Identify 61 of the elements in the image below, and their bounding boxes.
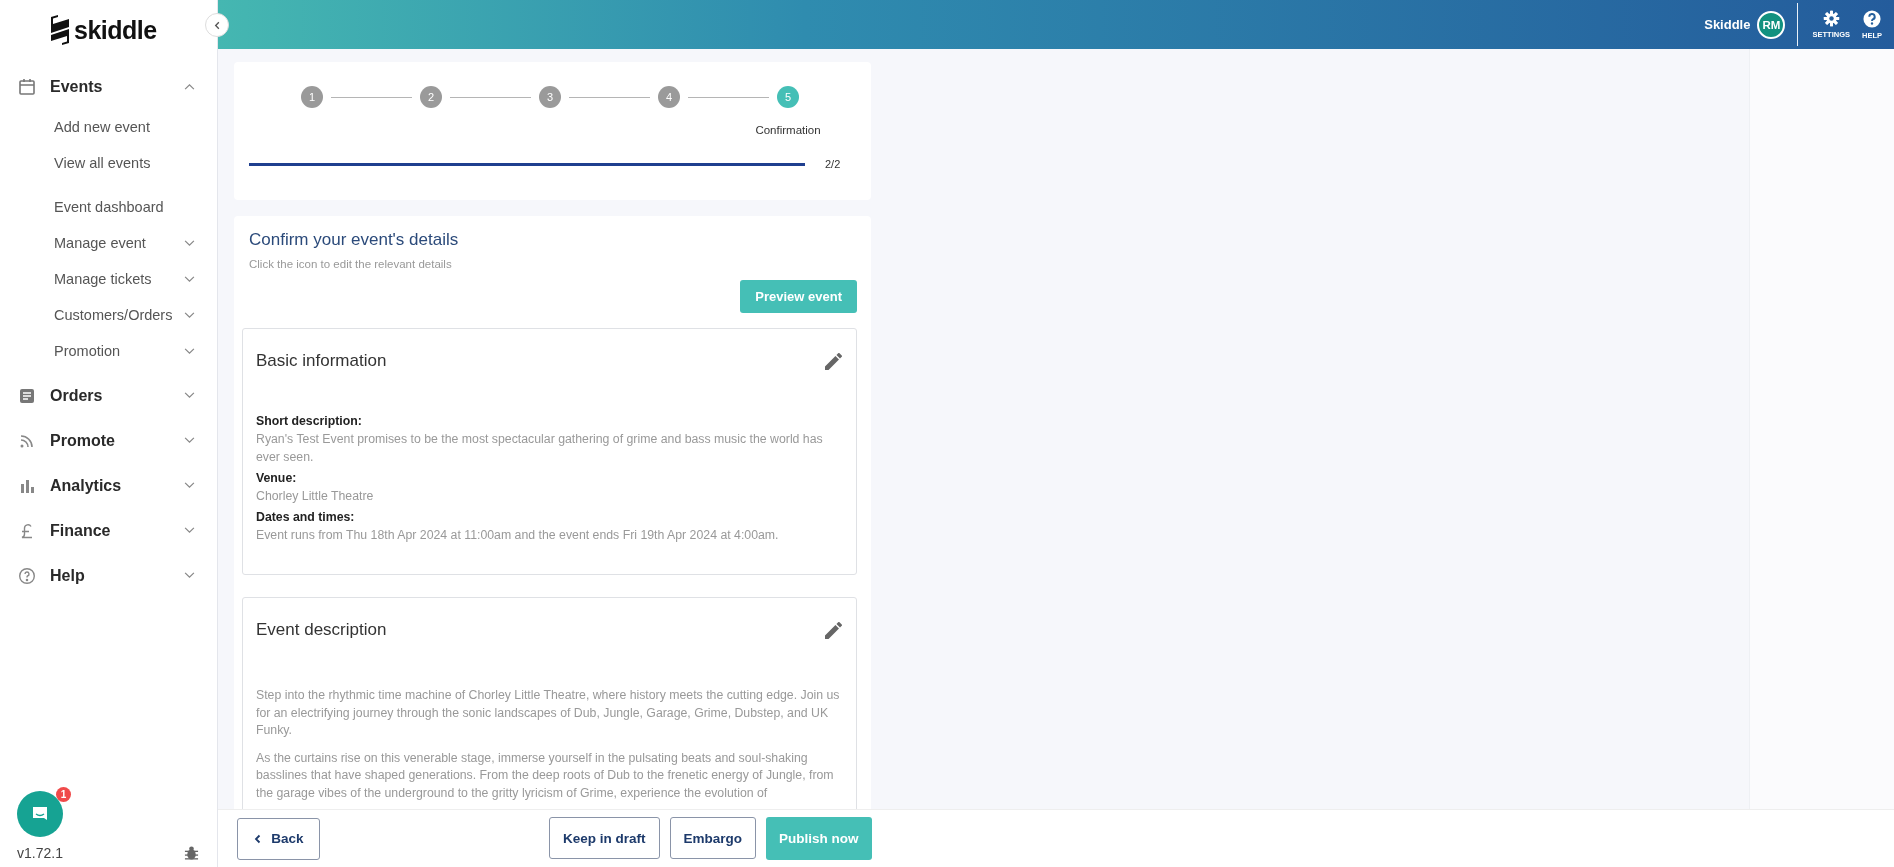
step-indicator: 2 <box>420 86 442 108</box>
version-label: v1.72.1 <box>17 845 63 861</box>
step-indicator: 5 <box>777 86 799 108</box>
chevron-left-icon <box>212 20 222 30</box>
notification-badge: 1 <box>56 787 71 802</box>
field-value: Event runs from Thu 18th Apr 2024 at 11:00am and the event ends Fri 19th Apr 2024 at 4:00am. <box>256 527 780 544</box>
chevron-icon <box>184 527 195 534</box>
field-value: Ryan's Test Event promises to be the most spectacular gathering of grime and bass music the world has ever seen. <box>256 431 824 466</box>
chevron-icon <box>184 392 195 399</box>
chevron-icon <box>184 83 195 90</box>
calendar-icon <box>18 77 36 96</box>
nav-item[interactable]: Promote <box>0 418 217 463</box>
step-indicator: 1 <box>301 86 323 108</box>
bug-icon[interactable] <box>184 845 199 861</box>
avatar[interactable]: RM <box>1757 10 1786 39</box>
help-icon <box>1863 9 1881 28</box>
user-name[interactable]: Skiddle <box>1704 17 1751 32</box>
description-paragraph: As the curtains rise on this venerable stage, immerse yourself in the pulsating beats and soul-shaking basslines that have shaped generations. From the deep roots of Dub to the frenetic energy of Jungle, from the garage vibes of the underground to the gritty lyricism of Grime, experience the evolution of <box>256 749 835 802</box>
chevron-icon <box>184 437 195 444</box>
progress-reading: 2/2 <box>825 158 841 170</box>
nav-item[interactable]: Analytics <box>0 463 217 508</box>
card-title: Confirm your event's details <box>249 230 460 250</box>
nav-subitem[interactable]: Manage event <box>0 225 217 261</box>
edit-icon[interactable] <box>825 352 842 370</box>
field-label: Venue: <box>256 470 298 487</box>
nav-subitem[interactable]: Customers/Orders <box>0 297 217 333</box>
section-title: Event description <box>256 620 387 640</box>
nav-subitem[interactable]: Promotion <box>0 333 217 369</box>
step-indicator: 4 <box>658 86 680 108</box>
logo-wordmark[interactable]: skiddle <box>74 15 157 45</box>
action-button[interactable]: Keep in draft <box>549 817 660 859</box>
logo-mark-icon <box>50 15 70 45</box>
chevron-icon <box>184 239 195 247</box>
nav-subitem[interactable]: Manage tickets <box>0 261 217 297</box>
step-indicator: 3 <box>539 86 561 108</box>
step-label: Confirmation <box>755 124 821 136</box>
document-icon <box>18 386 36 405</box>
action-button[interactable]: Embargo <box>669 817 757 859</box>
chevron-icon <box>184 347 195 355</box>
chevron-icon <box>184 275 195 283</box>
section-title: Basic information <box>256 351 387 371</box>
chevron-icon <box>184 572 195 579</box>
field-value: Chorley Little Theatre <box>256 488 375 505</box>
chat-button[interactable] <box>17 791 63 837</box>
nav-item[interactable]: Help <box>0 553 217 598</box>
nav-subitem[interactable]: Add new event <box>0 109 217 145</box>
nav-subitem[interactable]: Event dashboard <box>0 189 217 225</box>
edit-icon[interactable] <box>825 621 842 639</box>
nav-item[interactable]: Events <box>0 64 217 109</box>
chevron-icon <box>184 311 195 319</box>
field-label: Short description: <box>256 413 363 430</box>
card-subtitle: Click the icon to edit the relevant details <box>249 258 453 270</box>
nav-item[interactable]: Finance <box>0 508 217 553</box>
nav-item[interactable]: Orders <box>0 373 217 418</box>
chevron-icon <box>184 482 195 489</box>
field-label: Dates and times: <box>256 509 356 526</box>
help-icon <box>18 566 36 585</box>
nav-subitem[interactable]: View all events <box>0 145 217 181</box>
description-paragraph: Step into the rhythmic time machine of Chorley Little Theatre, where history meets the cutting edge. Join us for an electrifying journey through the sonic landscapes of Dub, Jungle, Garage, Grime, Dubstep, and UK Funky. <box>256 687 841 739</box>
collapse-button[interactable] <box>205 13 229 37</box>
back-button[interactable]: Back <box>237 817 320 860</box>
